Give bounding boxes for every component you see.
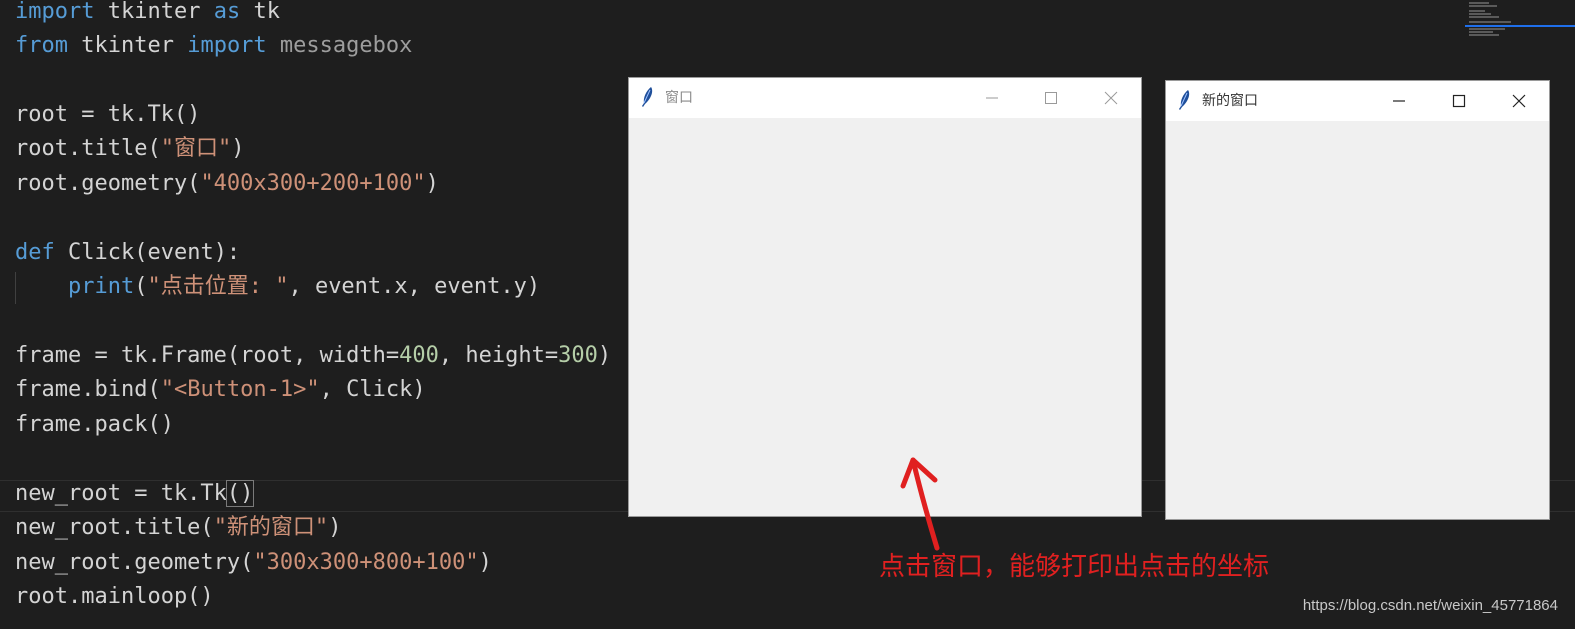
maximize-button[interactable] xyxy=(1445,89,1473,113)
code-text: new_root = tk.Tk xyxy=(15,481,227,506)
code-text: frame = tk.Frame(root, width= xyxy=(15,343,400,368)
module-name: tkinter xyxy=(94,0,214,24)
minimap-line xyxy=(1469,21,1511,23)
code-text: root.title( xyxy=(15,136,161,161)
code-line-6[interactable]: root.geometry("400x300+200+100") xyxy=(15,169,439,203)
code-line-17[interactable]: new_root.geometry("300x300+800+100") xyxy=(15,548,492,582)
code-line-18[interactable]: root.mainloop() xyxy=(15,582,214,616)
bracket-match-highlight: () xyxy=(225,480,255,507)
code-text: new_root.title( xyxy=(15,515,214,540)
code-text: Click(event): xyxy=(54,240,241,265)
close-icon xyxy=(1104,91,1118,105)
tk-feather-icon xyxy=(1179,90,1190,110)
minimize-button[interactable] xyxy=(978,86,1006,110)
code-line-2[interactable]: from tkinter import messagebox xyxy=(15,31,412,65)
code-text: new_root.geometry( xyxy=(15,550,254,575)
minimize-button[interactable] xyxy=(1385,89,1413,113)
minimap-line xyxy=(1469,5,1497,7)
tk-window-new-root[interactable]: 新的窗口 xyxy=(1165,80,1550,520)
code-text: root.mainloop() xyxy=(15,584,214,609)
annotation-text: 点击窗口，能够打印出点击的坐标 xyxy=(879,552,1270,582)
module-name: tkinter xyxy=(67,33,188,58)
close-button[interactable] xyxy=(1505,89,1533,113)
keyword-import: import xyxy=(15,0,95,24)
minimap-line xyxy=(1469,13,1491,15)
code-text: frame.pack() xyxy=(15,412,174,437)
keyword-as: as xyxy=(213,0,241,24)
code-text: root = tk.Tk() xyxy=(15,102,201,127)
code-line-12[interactable]: frame.bind("<Button-1>", Click) xyxy=(15,375,426,409)
code-line-16[interactable]: new_root.title("新的窗口") xyxy=(15,513,341,547)
code-line-9[interactable]: print("点击位置: ", event.x, event.y) xyxy=(15,272,540,306)
code-line-4[interactable]: root = tk.Tk() xyxy=(15,100,200,134)
minimize-icon xyxy=(986,97,998,99)
imported-name: messagebox xyxy=(266,33,413,58)
minimap-line xyxy=(1469,2,1489,4)
minimap-cursor-indicator xyxy=(1465,25,1575,27)
code-line-5[interactable]: root.title("窗口") xyxy=(15,134,244,168)
code-line-15[interactable]: new_root = tk.Tk() xyxy=(15,479,255,513)
frame-click-area[interactable] xyxy=(629,118,1141,516)
window-title: 窗口 xyxy=(665,89,693,105)
string-literal: "400x300+200+100" xyxy=(200,171,426,196)
code-line-8[interactable]: def Click(event): xyxy=(15,238,240,272)
number-literal: 400 xyxy=(399,343,439,368)
code-text: , height= xyxy=(438,343,559,368)
keyword-def: def xyxy=(15,240,55,265)
string-literal: "点击位置: " xyxy=(147,274,289,299)
code-text: frame.bind( xyxy=(15,377,161,402)
string-literal: "300x300+800+100" xyxy=(253,550,479,575)
minimap[interactable] xyxy=(1465,0,1575,40)
tk-feather-icon xyxy=(642,87,653,107)
string-literal: "<Button-1>" xyxy=(160,377,320,402)
window-titlebar[interactable]: 窗口 xyxy=(629,78,1141,118)
window-titlebar[interactable]: 新的窗口 xyxy=(1166,81,1549,121)
alias-name: tk xyxy=(240,0,280,24)
string-literal: "窗口" xyxy=(160,136,232,161)
minimap-line xyxy=(1469,34,1499,36)
code-line-13[interactable]: frame.pack() xyxy=(15,410,174,444)
watermark: https://blog.csdn.net/weixin_45771864 xyxy=(1302,597,1558,614)
code-line-11[interactable]: frame = tk.Frame(root, width=400, height… xyxy=(15,341,611,375)
close-icon xyxy=(1512,94,1526,108)
code-text: ) xyxy=(231,136,245,161)
tk-window-root[interactable]: 窗口 xyxy=(628,77,1142,517)
minimap-line xyxy=(1469,28,1505,30)
minimap-line xyxy=(1469,10,1485,12)
keyword-from: from xyxy=(15,33,68,58)
maximize-icon xyxy=(1045,92,1057,104)
string-literal: "新的窗口" xyxy=(213,515,329,540)
maximize-icon xyxy=(1452,94,1466,108)
minimap-line xyxy=(1469,31,1493,33)
code-text: ) xyxy=(328,515,342,540)
minimap-line xyxy=(1469,16,1499,18)
code-text: ) xyxy=(425,171,439,196)
code-text: , Click) xyxy=(319,377,426,402)
red-arrow-icon xyxy=(900,457,940,551)
close-button[interactable] xyxy=(1097,86,1125,110)
code-text: root.geometry( xyxy=(15,171,201,196)
code-line-1[interactable]: import tkinter as tk xyxy=(15,0,280,31)
code-text: ) xyxy=(478,550,492,575)
maximize-button[interactable] xyxy=(1037,86,1065,110)
builtin-print: print xyxy=(67,274,135,299)
code-text: ) xyxy=(597,343,612,368)
minimize-icon xyxy=(1393,100,1405,102)
keyword-import: import xyxy=(187,33,267,58)
code-text: , event.x, event.y) xyxy=(288,274,541,299)
window-title: 新的窗口 xyxy=(1202,92,1258,108)
code-text: ( xyxy=(134,274,148,299)
number-literal: 300 xyxy=(558,343,598,368)
